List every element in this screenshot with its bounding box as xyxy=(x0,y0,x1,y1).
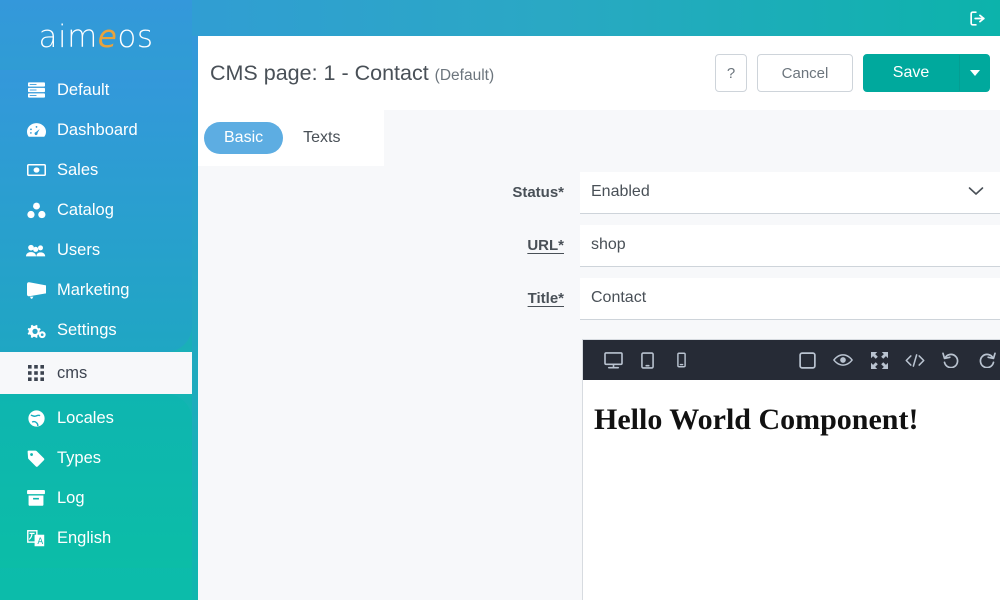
money-icon xyxy=(26,161,46,179)
help-button[interactable]: ? xyxy=(715,54,747,92)
page-title-main: CMS page: 1 - Contact xyxy=(210,60,429,85)
borders-icon[interactable] xyxy=(797,350,817,370)
sidebar-item-label: Users xyxy=(57,240,101,259)
device-switcher xyxy=(583,350,691,370)
sidebar-nav: Default Dashboard Sales Catalog Users Ma… xyxy=(0,70,192,568)
canvas-heading[interactable]: Hello World Component! xyxy=(594,402,1000,438)
logo-post: os xyxy=(117,18,154,55)
sidebar-item-english[interactable]: A English xyxy=(0,518,192,558)
title-label: Title* xyxy=(527,290,564,307)
sidebar-item-users[interactable]: Users xyxy=(0,230,192,270)
sidebar-item-label: English xyxy=(57,528,112,547)
language-icon: A xyxy=(26,529,46,547)
logo-accent: e xyxy=(97,18,118,55)
desktop-icon[interactable] xyxy=(603,350,623,370)
sidebar-item-label: Marketing xyxy=(57,280,130,299)
page-content-editor: Hello World Component! Basic Q 1 C... W xyxy=(582,339,1000,600)
logo-pre: aim xyxy=(38,18,98,55)
sidebar-item-dashboard[interactable]: Dashboard xyxy=(0,110,192,150)
mobile-icon[interactable] xyxy=(671,350,691,370)
sidebar-item-sales[interactable]: Sales xyxy=(0,150,192,190)
sidebar-item-settings[interactable]: Settings xyxy=(0,310,192,350)
undo-icon[interactable] xyxy=(941,350,961,370)
editor-toolbar xyxy=(583,340,1000,380)
tab-bar: Basic Texts xyxy=(198,110,384,166)
app-logo[interactable]: aimeos xyxy=(0,0,192,70)
page-title-subtitle: (Default) xyxy=(434,66,495,84)
save-dropdown-toggle[interactable] xyxy=(959,54,990,92)
sidebar-item-label: Log xyxy=(57,488,85,507)
users-icon xyxy=(26,241,46,259)
page-title: CMS page: 1 - Contact (Default) xyxy=(210,61,494,86)
tablet-icon[interactable] xyxy=(637,350,657,370)
page-header: CMS page: 1 - Contact (Default) ? Cancel… xyxy=(198,36,1000,110)
sidebar-item-label: Types xyxy=(57,448,102,467)
sidebar-item-locales[interactable]: Locales xyxy=(0,398,192,438)
status-select-wrap xyxy=(580,171,1000,214)
eye-icon[interactable] xyxy=(833,350,853,370)
globe-icon xyxy=(26,409,46,427)
chevron-down-icon xyxy=(969,70,980,76)
sidebar-item-catalog[interactable]: Catalog xyxy=(0,190,192,230)
editor-canvas[interactable]: Hello World Component! xyxy=(583,380,1000,600)
sidebar-item-cms[interactable]: cms xyxy=(0,352,192,394)
fullscreen-icon[interactable] xyxy=(869,350,889,370)
status-select[interactable] xyxy=(580,172,1000,212)
logout-button[interactable] xyxy=(964,6,990,30)
save-button-group: Save xyxy=(863,54,990,92)
sidebar-item-label: Default xyxy=(57,80,110,99)
sidebar-group-upper: Default Dashboard Sales Catalog Users Ma… xyxy=(0,70,192,352)
logo-text: aimeos xyxy=(38,18,154,55)
tab-basic[interactable]: Basic xyxy=(204,122,284,154)
sidebar-item-label: Catalog xyxy=(57,200,114,219)
code-icon[interactable] xyxy=(905,350,925,370)
title-input[interactable] xyxy=(580,278,1000,318)
redo-icon[interactable] xyxy=(977,350,997,370)
cubes-icon xyxy=(26,201,46,219)
form-row-status: Status* xyxy=(390,166,1000,219)
sidebar-item-default[interactable]: Default xyxy=(0,70,192,110)
grid-icon xyxy=(26,364,46,382)
editor-tools xyxy=(797,350,1000,370)
cancel-button[interactable]: Cancel xyxy=(757,54,853,92)
sign-out-icon xyxy=(968,9,987,28)
server-icon xyxy=(26,81,46,99)
save-button[interactable]: Save xyxy=(863,54,959,92)
sidebar-item-label: cms xyxy=(57,363,88,382)
dashboard-icon xyxy=(26,121,46,139)
sidebar-item-label: Locales xyxy=(57,408,114,427)
basic-form: Status* URL* Title* xyxy=(390,166,1000,336)
sidebar-group-lower: Locales Types Log A English xyxy=(0,394,192,568)
sidebar-item-marketing[interactable]: Marketing xyxy=(0,270,192,310)
url-input[interactable] xyxy=(580,225,1000,265)
tab-texts[interactable]: Texts xyxy=(283,122,360,154)
status-label: Status* xyxy=(512,184,564,201)
form-row-url: URL* xyxy=(390,219,1000,272)
sidebar-item-label: Sales xyxy=(57,160,99,179)
sidebar-item-label: Settings xyxy=(57,320,117,339)
accent-strip xyxy=(192,36,198,600)
archive-icon xyxy=(26,489,46,507)
cogs-icon xyxy=(26,321,46,339)
content-area: CMS page: 1 - Contact (Default) ? Cancel… xyxy=(192,36,1000,600)
sidebar-item-types[interactable]: Types xyxy=(0,438,192,478)
title-input-wrap xyxy=(580,277,1000,320)
header-actions: ? Cancel Save xyxy=(715,54,990,92)
sidebar: aimeos Default Dashboard Sales Catalog U… xyxy=(0,0,192,600)
sidebar-item-label: Dashboard xyxy=(57,120,138,139)
form-row-title: Title* xyxy=(390,272,1000,325)
aimeos-admin-window: aimeos Default Dashboard Sales Catalog U… xyxy=(0,0,1000,600)
tag-icon xyxy=(26,449,46,467)
bullhorn-icon xyxy=(26,281,46,299)
url-label: URL* xyxy=(527,237,564,254)
url-input-wrap xyxy=(580,224,1000,267)
svg-text:A: A xyxy=(37,537,43,547)
sidebar-item-log[interactable]: Log xyxy=(0,478,192,518)
